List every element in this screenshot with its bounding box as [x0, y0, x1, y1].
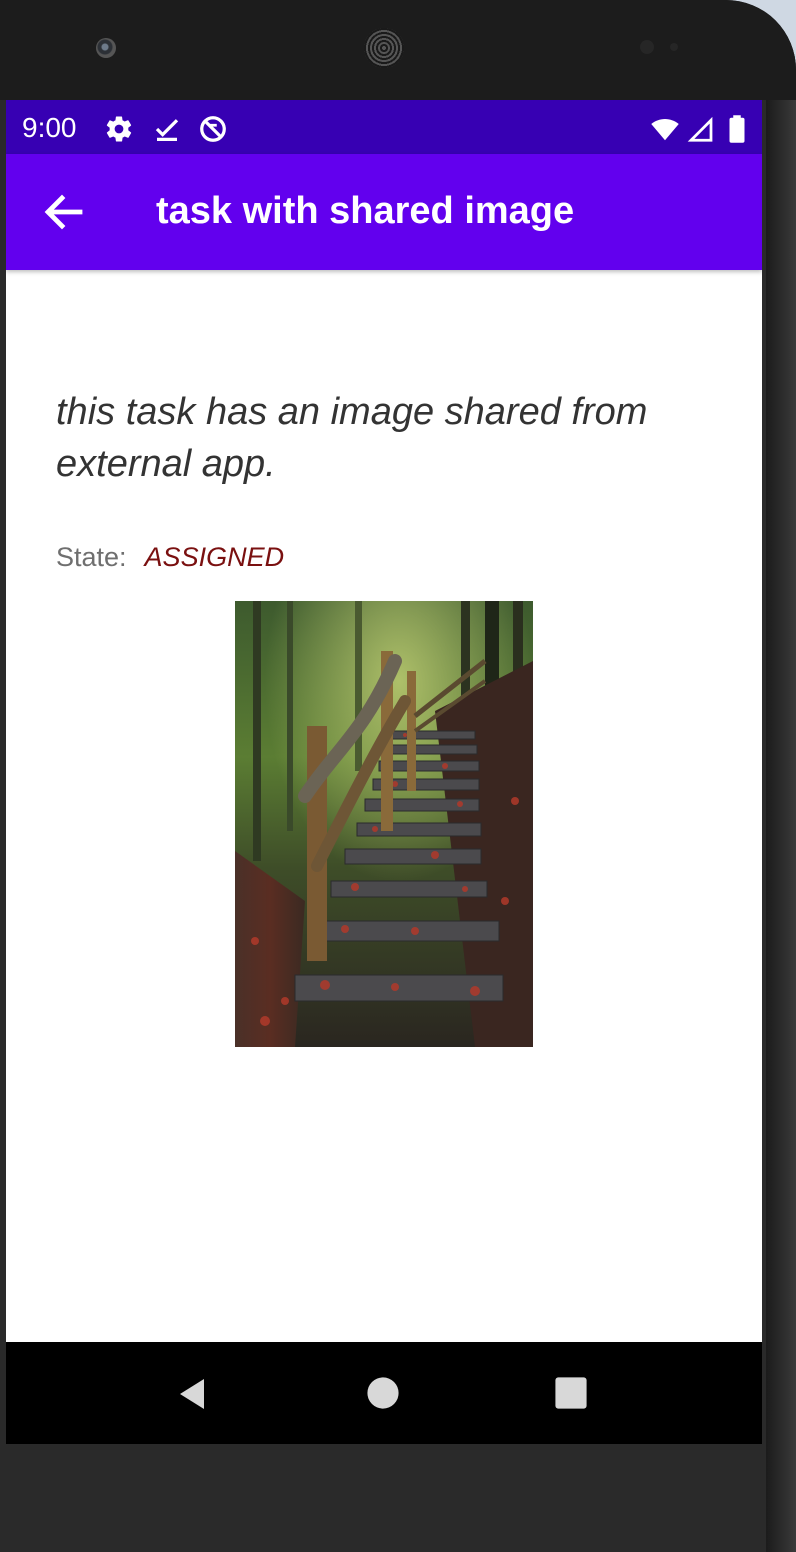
phone-top-bezel: [0, 0, 796, 100]
page-title: task with shared image: [156, 190, 575, 232]
shared-image[interactable]: [235, 601, 533, 1047]
task-description: this task has an image shared from exter…: [56, 391, 648, 485]
task-state-row: State: ASSIGNED: [56, 542, 284, 573]
gear-icon: [106, 116, 132, 142]
arrow-back-icon[interactable]: [40, 188, 88, 236]
do-not-disturb-icon: [200, 116, 226, 142]
phone-device-frame: 9:00 task with shared image this task ha…: [0, 0, 796, 1552]
state-value: ASSIGNED: [144, 542, 285, 572]
earpiece-speaker: [364, 28, 404, 68]
battery-icon: [729, 115, 745, 143]
download-done-icon: [155, 119, 179, 141]
task-detail-content: this task has an image shared from exter…: [6, 270, 762, 1342]
system-navigation-bar: [6, 1342, 762, 1444]
phone-screen: 9:00 task with shared image this task ha…: [6, 100, 762, 1444]
cell-signal-icon: [687, 116, 713, 142]
home-circle-icon[interactable]: [366, 1376, 400, 1410]
status-time: 9:00: [22, 112, 77, 143]
state-label: State:: [56, 542, 127, 572]
front-camera: [96, 38, 116, 58]
wifi-icon: [651, 119, 679, 141]
recents-square-icon[interactable]: [554, 1376, 588, 1410]
proximity-sensor: [640, 40, 654, 54]
app-bar: task with shared image: [6, 154, 762, 270]
status-bar: 9:00: [6, 100, 762, 154]
light-sensor: [670, 43, 678, 51]
back-triangle-icon[interactable]: [174, 1376, 210, 1412]
